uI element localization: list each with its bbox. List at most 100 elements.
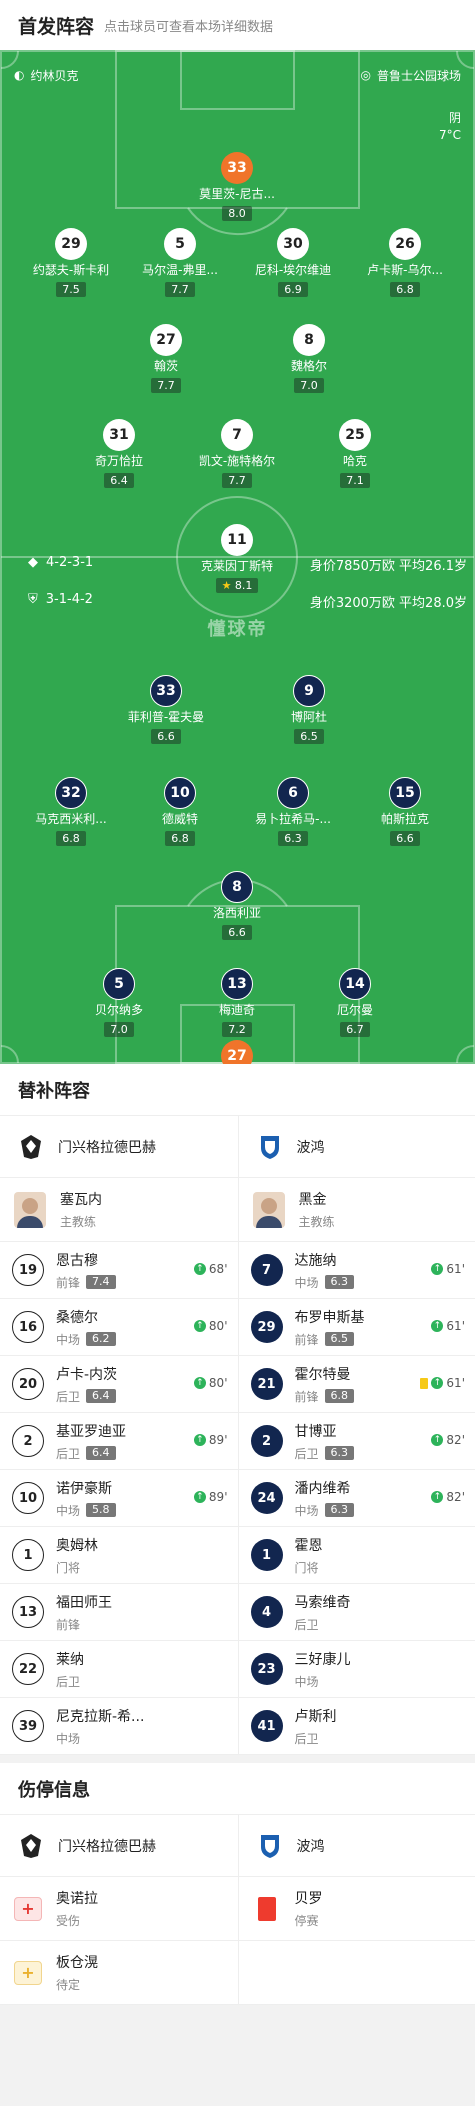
player-top[interactable]: 25 哈克 7.1 (300, 419, 410, 488)
sub-player-row[interactable]: 1 奥姆林 门将 (0, 1527, 238, 1584)
sub-player-row[interactable]: 29 布罗申斯基 前锋 6.5 ↑ 61' (238, 1299, 475, 1356)
sub-player-name: 达施纳 (294, 1252, 337, 1269)
player-rating: 7.0 (294, 378, 324, 393)
sub-in-minute: 68' (208, 1262, 228, 1276)
player-name: 洛西利亚 (212, 906, 261, 920)
player-top[interactable]: 11 克莱因丁斯特 ★ 8.1 (182, 524, 292, 593)
player-top[interactable]: 31 奇万恰拉 6.4 (64, 419, 174, 488)
player-rating: 7.7 (222, 473, 252, 488)
sub-player-name: 潘内维希 (294, 1480, 351, 1497)
player-top[interactable]: 27 翰茨 7.7 (111, 324, 221, 393)
sub-player-row[interactable]: 2 甘博亚 后卫 6.3 ↑ 82' (238, 1413, 475, 1470)
sub-player-row[interactable]: 7 达施纳 中场 6.3 ↑ 61' (238, 1242, 475, 1299)
player-bot[interactable]: 15 帕斯拉克 6.6 (350, 777, 460, 846)
injury-row[interactable]: + 板仓滉 待定 (0, 1941, 238, 2005)
sub-player-row[interactable]: 41 卢斯利 后卫 (238, 1698, 475, 1755)
sub-in-badge: ↑ 82' (431, 1490, 465, 1504)
subs-away-team[interactable]: 波鸿 (238, 1116, 475, 1178)
coach-role: 主教练 (60, 1215, 97, 1229)
player-bot[interactable]: 33 菲利普-霍夫曼 6.6 (111, 675, 221, 744)
sub-player-row[interactable]: 10 诺伊豪斯 中场 5.8 ↑ 89' (0, 1470, 238, 1527)
player-bot[interactable]: 6 易卜拉希马-... 6.3 (238, 777, 348, 846)
sub-player-row[interactable]: 22 莱纳 后卫 (0, 1641, 238, 1698)
player-name: 易卜拉希马-... (255, 812, 331, 826)
player-bot[interactable]: 10 德威特 6.8 (125, 777, 235, 846)
player-top[interactable]: 29 约瑟夫-斯卡利 7.5 (16, 228, 126, 297)
sub-player-row[interactable]: 39 尼克拉斯-希... 中场 (0, 1698, 238, 1755)
bochum-crest-icon (257, 1832, 283, 1860)
sub-player-row[interactable]: 4 马索维奇 后卫 (238, 1584, 475, 1641)
injury-columns: 门兴格拉德巴赫 + 奥诺拉 受伤 + 板仓滉 待定 波鸿 贝罗 停赛 (0, 1815, 475, 2005)
sub-player-position: 中场 (294, 1503, 319, 1518)
player-top[interactable]: 8 魏格尔 7.0 (254, 324, 364, 393)
avatar (252, 1191, 285, 1228)
sub-player-row[interactable]: 20 卢卡-内茨 后卫 6.4 ↑ 80' (0, 1356, 238, 1413)
player-number: 9 (293, 675, 325, 707)
sub-player-row[interactable]: 23 三好康儿 中场 (238, 1641, 475, 1698)
sub-player-position: 中场 (56, 1503, 81, 1518)
player-bot[interactable]: 32 马克西米利... 6.8 (16, 777, 126, 846)
sub-player-rating: 6.5 (324, 1332, 355, 1346)
player-top[interactable]: 33 莫里茨-尼古... 8.0 (182, 152, 292, 221)
player-number: 5 (164, 228, 196, 260)
injury-away-team[interactable]: 波鸿 (238, 1815, 475, 1877)
coach-name: 黑金 (298, 1192, 327, 1208)
player-bot[interactable]: 27德雷维斯6.7 (182, 1040, 292, 1064)
subs-home-team[interactable]: 门兴格拉德巴赫 (0, 1116, 238, 1178)
player-bot[interactable]: 14 厄尔曼 6.7 (300, 968, 410, 1037)
sub-player-number: 20 (12, 1368, 44, 1400)
sub-player-name: 莱纳 (56, 1651, 84, 1668)
sub-in-minute: 80' (208, 1319, 228, 1333)
sub-player-row[interactable]: 2 基亚罗迪亚 后卫 6.4 ↑ 89' (0, 1413, 238, 1470)
sub-in-icon: ↑ (193, 1434, 206, 1446)
sub-player-name: 恩古穆 (56, 1252, 98, 1269)
player-name: 卢卡斯-乌尔... (367, 263, 443, 277)
sub-player-number: 13 (12, 1596, 44, 1628)
sub-in-icon: ↑ (193, 1320, 206, 1332)
player-top[interactable]: 5 马尔温-弗里... 7.7 (125, 228, 235, 297)
player-bot[interactable]: 9 博阿杜 6.5 (254, 675, 364, 744)
sub-player-position: 后卫 (56, 1446, 81, 1461)
top-team-crest-icon: ◆ (28, 555, 38, 570)
sub-player-position: 前锋 (294, 1389, 319, 1404)
gladbach-crest-icon (18, 1832, 44, 1860)
sub-player-name: 卢卡-内茨 (56, 1366, 118, 1383)
player-rating: 6.8 (56, 831, 86, 846)
player-name: 哈克 (342, 454, 367, 468)
injury-status: 受伤 (56, 1914, 81, 1928)
player-rating: 6.4 (104, 473, 134, 488)
sub-player-row[interactable]: 24 潘内维希 中场 6.3 ↑ 82' (238, 1470, 475, 1527)
injury-away: 波鸿 贝罗 停赛 (237, 1815, 475, 2005)
sub-player-row[interactable]: 13 福田师王 前锋 (0, 1584, 238, 1641)
player-name: 约瑟夫-斯卡利 (32, 263, 110, 277)
player-bot[interactable]: 8 洛西利亚 6.6 (182, 871, 292, 940)
sub-in-icon: ↑ (193, 1263, 206, 1275)
player-top[interactable]: 30 尼科-埃尔维迪 6.9 (238, 228, 348, 297)
away-coach[interactable]: 黑金 主教练 (238, 1178, 475, 1242)
injury-row[interactable]: 贝罗 停赛 (238, 1877, 475, 1941)
injury-home-team[interactable]: 门兴格拉德巴赫 (0, 1815, 238, 1877)
player-bot[interactable]: 5 贝尔纳多 7.0 (64, 968, 174, 1037)
home-coach[interactable]: 塞瓦内 主教练 (0, 1178, 238, 1242)
sub-player-number: 39 (12, 1710, 44, 1742)
player-number: 30 (277, 228, 309, 260)
player-rating: 6.6 (390, 831, 420, 846)
player-bot[interactable]: 13 梅迪奇 7.2 (182, 968, 292, 1037)
sub-player-row[interactable]: 1 霍恩 门将 (238, 1527, 475, 1584)
sub-player-row[interactable]: 19 恩古穆 前锋 7.4 ↑ 68' (0, 1242, 238, 1299)
player-rating: 7.0 (104, 1022, 134, 1037)
sub-player-row[interactable]: 16 桑德尔 中场 6.2 ↑ 80' (0, 1299, 238, 1356)
player-top[interactable]: 26 卢卡斯-乌尔... 6.8 (350, 228, 460, 297)
sub-player-rating: 6.4 (86, 1446, 116, 1460)
injury-row[interactable]: + 奥诺拉 受伤 (0, 1877, 238, 1941)
temperature: 7°C (438, 128, 461, 142)
sub-player-rating: 6.4 (86, 1389, 116, 1403)
player-number: 31 (103, 419, 135, 451)
player-rating: 6.7 (340, 1022, 370, 1037)
player-top[interactable]: 7 凯文-施特格尔 7.7 (182, 419, 292, 488)
sub-in-minute: 80' (208, 1376, 228, 1390)
sub-player-name: 霍尔特曼 (294, 1366, 351, 1383)
sub-player-row[interactable]: 21 霍尔特曼 前锋 6.8 ↑ 61' (238, 1356, 475, 1413)
sub-player-name: 诺伊豪斯 (56, 1480, 112, 1497)
sub-player-rating: 6.8 (324, 1389, 355, 1403)
